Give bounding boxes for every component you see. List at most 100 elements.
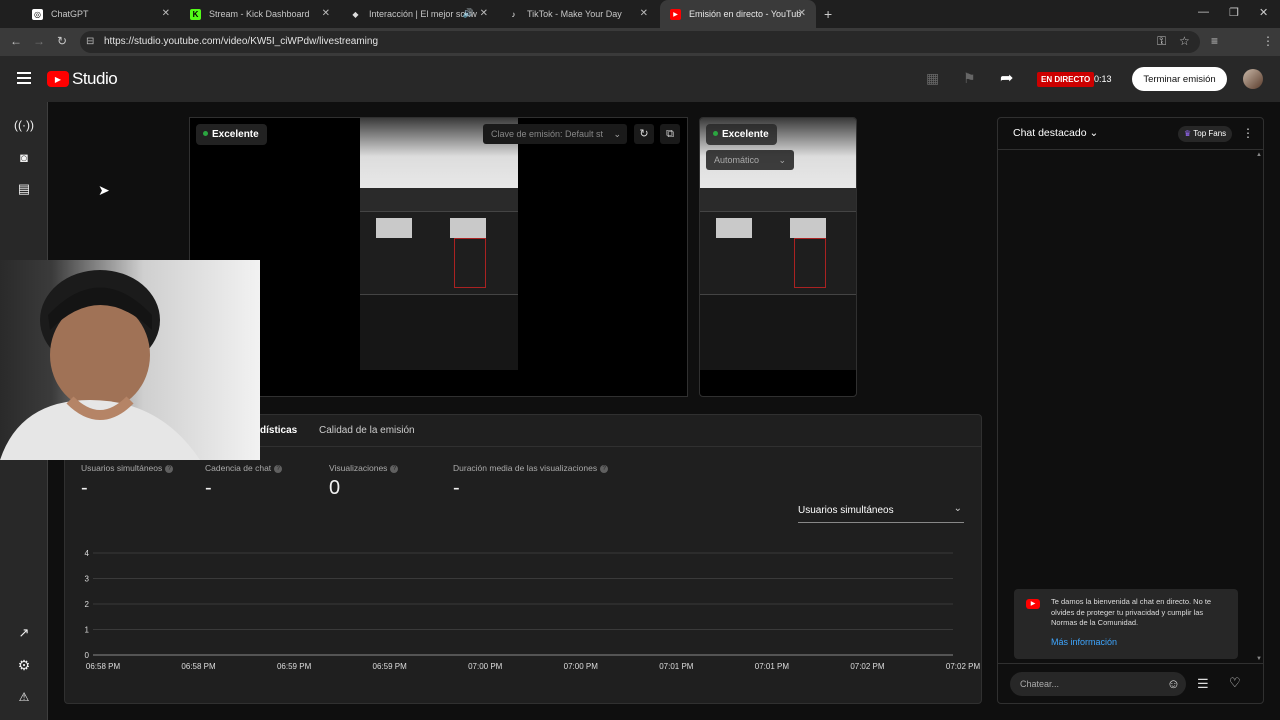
browser-tab-tiktok[interactable]: ♪ TikTok - Make Your Day ✕ [498,0,658,28]
close-tab-icon[interactable]: ✕ [480,8,488,19]
metric-value: 0 [329,477,341,499]
chat-list-icon[interactable]: ☰ [1197,676,1209,692]
help-icon[interactable]: ? [165,464,174,473]
quality-select[interactable]: Automático ⌄ [706,150,794,170]
metric-label: Visualizaciones [329,463,388,473]
chat-header: Chat destacado ⌄ ♛ Top Fans ⋮ [998,118,1263,150]
chart-x-tick-label: 07:00 PM [468,662,503,671]
site-info-icon[interactable]: ⊟ [86,31,94,53]
chat-input-placeholder: Chatear... [1020,679,1060,689]
reading-list-icon[interactable]: ≡ [1211,34,1218,48]
close-tab-icon[interactable]: ✕ [640,8,648,19]
live-broadcast-icon[interactable]: ((·)) [14,117,34,133]
metric-dropdown[interactable]: Usuarios simultáneos ⌄ [798,503,964,523]
chat-mode-select[interactable]: Chat destacado ⌄ [1013,127,1098,139]
heart-icon[interactable]: ♡ [1229,675,1241,691]
close-window-icon[interactable]: ✕ [1259,6,1268,19]
chart-y-tick-label: 0 [85,651,90,660]
top-fans-chip[interactable]: ♛ Top Fans [1178,126,1233,142]
top-fans-label: Top Fans [1193,129,1227,138]
youtube-icon: ▶ [670,8,681,20]
diamond-icon: ◆ [352,9,359,19]
browser-tab-interaccion[interactable]: ◆ Interacción | El mejor softw 🔊 ✕ [340,0,498,28]
end-stream-button[interactable]: Terminar emisión [1132,67,1227,91]
share-icon[interactable]: ➦ [1000,68,1013,88]
open-external-icon[interactable]: ↗ [16,625,32,641]
browser-tab-chatgpt[interactable]: ◎ ChatGPT ✕ [22,0,180,28]
chatgpt-icon: ◎ [32,8,43,20]
tab-statistics[interactable]: dísticas [260,425,297,436]
browser-tab-kick[interactable]: K Stream - Kick Dashboard ✕ [180,0,340,28]
audio-icon[interactable]: 🔊 [463,8,474,19]
welcome-text: Te damos la bienvenida al chat en direct… [1051,597,1212,627]
help-icon[interactable]: ? [390,464,399,473]
live-badge: EN DIRECTO [1037,72,1095,87]
refresh-key-icon[interactable]: ↻ [634,124,654,144]
help-icon[interactable]: ? [600,464,609,473]
browser-menu-icon[interactable]: ⋮ [1262,34,1274,48]
new-tab-icon[interactable]: + [824,6,832,22]
tiktok-icon: ♪ [511,9,516,19]
bookmark-icon[interactable]: ⚑ [963,70,976,87]
chat-input-bar: Chatear... ☺ ☰ ♡ [998,663,1263,703]
chart-x-tick-label: 06:59 PM [373,662,408,671]
layout-icon[interactable]: ▦ [926,70,939,87]
help-icon[interactable]: ? [274,464,283,473]
feedback-icon[interactable]: ⚠ [16,689,32,705]
stream-key-label: Clave de emisión: Default st [491,129,604,139]
studio-header: ▶ Studio ▦ ⚑ ➦ EN DIRECTO 0:13 Terminar … [0,56,1280,102]
emoji-icon[interactable]: ☺ [1167,672,1180,696]
reload-icon[interactable]: ↻ [57,34,67,48]
chat-title: Chat destacado [1013,127,1087,139]
tab-title: Stream - Kick Dashboard [209,9,310,19]
copy-key-icon[interactable]: ⧉ [660,124,680,144]
chart-y-tick-label: 1 [85,626,90,635]
maximize-icon[interactable]: ❐ [1229,6,1239,19]
chart-x-tick-label: 06:58 PM [181,662,216,671]
concurrent-users-chart: 0 1 2 3 4 06:58 PM 06:58 PM 06:59 PM 06:59 PM 07:… [85,549,981,671]
bookmark-star-icon[interactable]: ☆ [1179,34,1190,48]
chart-y-tick-label: 2 [85,600,90,609]
tab-title: Interacción | El mejor softw [369,9,477,19]
viewer-preview-panel: Excelente Automático ⌄ [699,117,857,397]
scroll-up-icon[interactable]: ▲ [1256,152,1262,158]
browser-tab-youtube-studio[interactable]: ▶ Emisión en directo - YouTube S ✕ [660,0,816,28]
close-tab-icon[interactable]: ✕ [162,8,170,19]
chart-x-tick-label: 07:01 PM [755,662,790,671]
metric-label: Cadencia de chat [205,463,272,473]
channel-avatar[interactable] [1243,69,1263,89]
stream-preview-panel: Excelente Clave de emisión: Default st ⌄… [189,117,688,397]
close-tab-icon[interactable]: ✕ [322,8,330,19]
chart-x-tick-label: 06:58 PM [86,662,121,671]
password-key-icon[interactable]: ⚿ [1157,34,1166,49]
tab-stream-quality[interactable]: Calidad de la emisión [319,425,415,436]
browser-tab-bar: ◎ ChatGPT ✕ K Stream - Kick Dashboard ✕ … [0,0,1280,28]
settings-gear-icon[interactable]: ⚙ [16,657,32,673]
calendar-icon[interactable]: ▤ [16,181,32,197]
youtube-logo-icon[interactable]: ▶ [47,71,69,87]
minimize-icon[interactable]: — [1198,6,1209,18]
chat-input[interactable]: Chatear... ☺ [1010,672,1186,696]
browser-address-bar: ← → ↻ ⊟ https://studio.youtube.com/video… [0,28,1280,76]
more-info-link[interactable]: Más información [1051,637,1117,647]
chart-x-tick-label: 07:02 PM [850,662,885,671]
chart-y-tick-label: 4 [85,549,90,558]
camera-icon[interactable]: ◙ [16,149,32,165]
forward-icon[interactable]: → [33,34,45,48]
close-tab-icon[interactable]: ✕ [798,8,806,19]
tab-title: Emisión en directo - YouTube S [689,9,801,19]
quality-select-value: Automático [714,155,760,165]
live-chat-panel: Chat destacado ⌄ ♛ Top Fans ⋮ ▲ ▼ ▶ Te d… [997,117,1264,704]
stream-key-select[interactable]: Clave de emisión: Default st ⌄ [483,124,627,144]
chat-more-icon[interactable]: ⋮ [1242,126,1254,140]
stream-health-badge-right: Excelente [706,124,777,145]
back-icon[interactable]: ← [10,34,22,48]
url-field[interactable]: ⊟ https://studio.youtube.com/video/KW5I_… [80,31,1200,53]
scroll-down-icon[interactable]: ▼ [1256,656,1262,662]
chart-y-tick-label: 3 [85,575,90,584]
stream-health-badge-left: Excelente [196,124,267,145]
menu-hamburger-icon[interactable] [17,72,31,84]
mouse-cursor-icon: ➤ [98,182,110,198]
metric-value: - [205,477,212,499]
metric-label: Duración media de las visualizaciones [453,463,598,473]
